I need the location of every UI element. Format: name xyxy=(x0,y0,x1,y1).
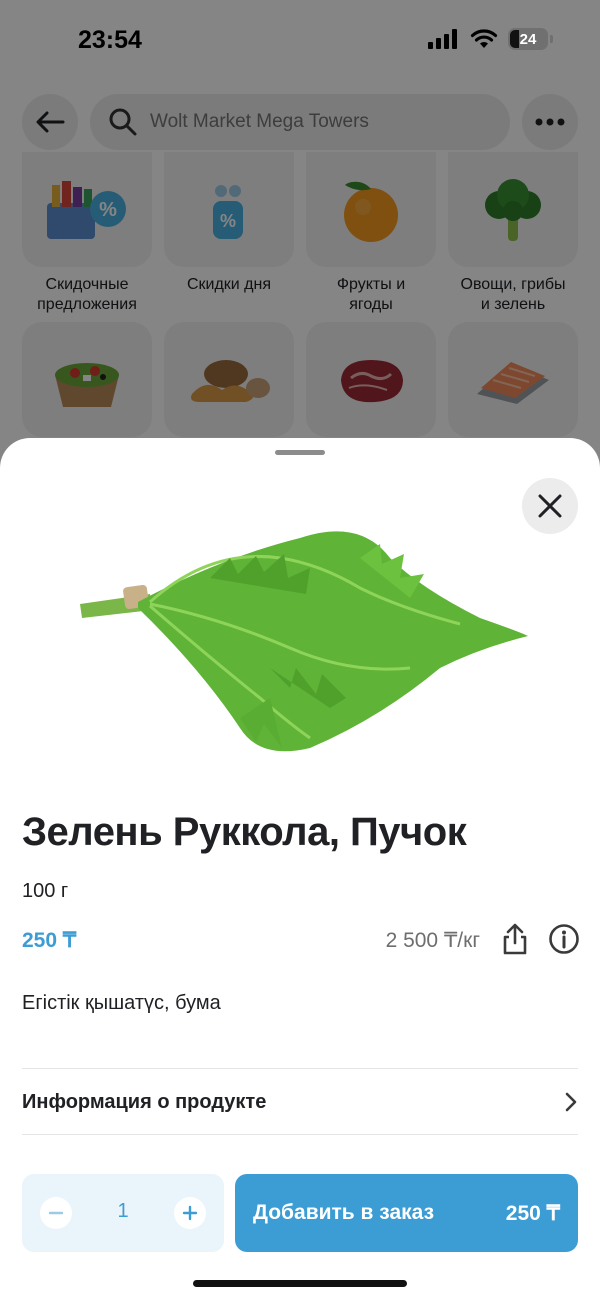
quantity-value: 1 xyxy=(117,1200,129,1222)
home-indicator xyxy=(193,1280,407,1287)
product-description: Егістік қышатүс, бума xyxy=(22,992,221,1014)
product-price: 250 ₸ xyxy=(22,929,77,952)
product-info-row[interactable]: Информация о продукте xyxy=(22,1070,578,1134)
divider xyxy=(22,1068,578,1069)
add-to-order-label: Добавить в заказ xyxy=(253,1201,435,1224)
add-to-order-button[interactable]: Добавить в заказ 250 ₸ xyxy=(235,1174,578,1252)
product-sheet: Зелень Руккола, Пучок 100 г 250 ₸ 2 500 … xyxy=(0,438,600,1300)
plus-icon xyxy=(182,1205,198,1221)
sheet-grabber[interactable] xyxy=(275,450,325,455)
increase-button[interactable] xyxy=(174,1197,206,1229)
close-button[interactable] xyxy=(522,478,578,534)
background-page: 23:54 24 Wolt Market Mega Towers % Скидо… xyxy=(0,0,600,480)
chevron-right-icon xyxy=(565,1092,577,1112)
info-icon[interactable] xyxy=(548,923,580,955)
product-image xyxy=(80,531,528,752)
add-to-order-price: 250 ₸ xyxy=(505,1201,560,1225)
product-info-label: Информация о продукте xyxy=(22,1090,267,1113)
battery-level: 24 xyxy=(519,30,537,48)
divider xyxy=(22,1134,578,1135)
close-icon xyxy=(538,494,562,518)
product-weight: 100 г xyxy=(22,880,69,902)
decrease-button[interactable] xyxy=(40,1197,72,1229)
minus-icon xyxy=(48,1211,64,1215)
quantity-stepper: 1 xyxy=(22,1174,224,1252)
product-unit-price: 2 500 ₸/кг xyxy=(385,929,480,952)
share-icon[interactable] xyxy=(500,922,530,956)
product-title: Зелень Руккола, Пучок xyxy=(22,810,467,854)
modal-overlay[interactable] xyxy=(0,0,600,480)
